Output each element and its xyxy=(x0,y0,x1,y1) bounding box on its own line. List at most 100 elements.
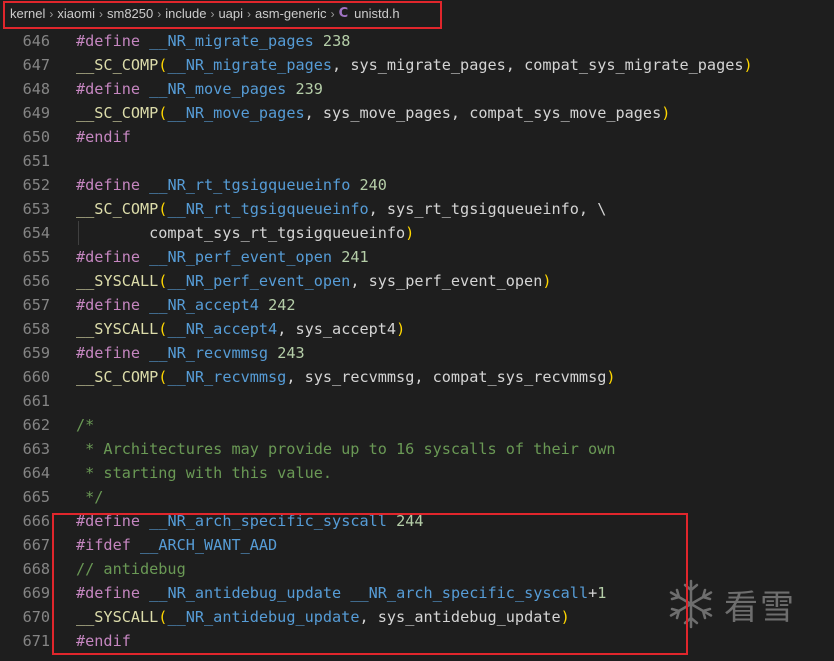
code-token: * Architectures may provide up to 16 sys… xyxy=(76,440,616,458)
breadcrumb-file[interactable]: unistd.h xyxy=(354,6,400,21)
code-token: // antidebug xyxy=(76,560,186,578)
code-editor[interactable]: 646 #define __NR_migrate_pages 238 647 __SC… xyxy=(0,27,834,661)
code-line: 667 #ifdef __ARCH_WANT_AAD xyxy=(0,533,834,557)
code-line: 666 #define __NR_arch_specific_syscall 24… xyxy=(0,509,834,533)
breadcrumb: kernel › xiaomi › sm8250 › include › uapi › asm-ge… xyxy=(0,0,834,27)
breadcrumb-item[interactable]: kernel xyxy=(10,6,45,21)
line-number: 657 xyxy=(22,296,50,314)
line-number: 658 xyxy=(22,320,50,338)
line-number: 663 xyxy=(22,440,50,458)
code-text: #endif xyxy=(76,629,131,653)
code-token: 241 xyxy=(341,248,369,266)
c-file-icon: C xyxy=(338,6,349,21)
code-line: 648 #define __NR_move_pages 239 xyxy=(0,77,834,101)
line-number: 649 xyxy=(22,104,50,122)
chevron-right-icon: › xyxy=(99,6,103,21)
code-line: 656 __SYSCALL(__NR_perf_event_open, sys_p… xyxy=(0,269,834,293)
line-number: 665 xyxy=(22,488,50,506)
breadcrumb-item[interactable]: uapi xyxy=(218,6,243,21)
code-token: + xyxy=(588,584,598,602)
code-token: ) xyxy=(542,272,552,290)
line-number: 667 xyxy=(22,536,50,554)
code-token: __NR_migrate_pages xyxy=(149,32,314,50)
breadcrumb-item[interactable]: sm8250 xyxy=(107,6,153,21)
code-line: 651 xyxy=(0,149,834,173)
watermark-text: 看雪 xyxy=(724,587,796,628)
code-line: 664 * starting with this value. xyxy=(0,461,834,485)
line-number: 659 xyxy=(22,344,50,362)
code-text: #define __NR_perf_event_open 241 xyxy=(76,245,369,269)
code-text: */ xyxy=(76,485,103,509)
code-line: 665 */ xyxy=(0,485,834,509)
code-token: __NR_arch_specific_syscall xyxy=(149,512,387,530)
code-token: 239 xyxy=(295,80,323,98)
code-token: __NR_move_pages xyxy=(149,80,287,98)
code-token: __NR_recvmmsg xyxy=(167,368,287,386)
line-number: 647 xyxy=(22,56,50,74)
code-token: #define xyxy=(76,176,141,194)
code-token: __NR_accept4 xyxy=(167,320,278,338)
code-line: 653 __SC_COMP(__NR_rt_tgsigqueueinfo, sys… xyxy=(0,197,834,221)
breadcrumb-item[interactable]: xiaomi xyxy=(57,6,95,21)
code-text: __SC_COMP(__NR_move_pages, sys_move_page… xyxy=(76,101,670,125)
chevron-right-icon: › xyxy=(330,6,335,21)
code-token: #ifdef xyxy=(76,536,131,554)
code-token: __NR_antidebug_update xyxy=(167,608,360,626)
code-token: __NR_recvmmsg xyxy=(149,344,269,362)
chevron-right-icon: › xyxy=(49,6,54,21)
code-text: __SYSCALL(__NR_accept4, sys_accept4) xyxy=(76,317,405,341)
code-token: ) xyxy=(396,320,406,338)
code-token: __NR_migrate_pages xyxy=(167,56,333,74)
line-number: 668 xyxy=(22,560,50,578)
code-token: __SC_COMP xyxy=(76,368,159,386)
code-token: #endif xyxy=(76,632,131,650)
code-token: #define xyxy=(76,344,141,362)
code-token: __SC_COMP xyxy=(76,104,159,122)
code-token: ) xyxy=(606,368,616,386)
code-token: 244 xyxy=(396,512,424,530)
code-token: __NR_rt_tgsigqueueinfo xyxy=(149,176,351,194)
code-token: compat_sys_rt_tgsigqueueinfo xyxy=(76,224,406,242)
line-number: 671 xyxy=(22,632,50,650)
code-token: , sys_recvmmsg, compat_sys_recvmmsg xyxy=(286,368,607,386)
code-token: /* xyxy=(76,416,95,434)
code-token: #define xyxy=(76,32,141,50)
code-token: , sys_move_pages, compat_sys_move_pages xyxy=(304,104,662,122)
code-token: , sys_migrate_pages, compat_sys_migrate_… xyxy=(332,56,744,74)
snowflake-icon xyxy=(669,579,713,629)
line-number: 656 xyxy=(22,272,50,290)
code-text: __SYSCALL(__NR_perf_event_open, sys_perf… xyxy=(76,269,552,293)
breadcrumb-item[interactable]: asm-generic xyxy=(255,6,327,21)
code-line: 658 __SYSCALL(__NR_accept4, sys_accept4) xyxy=(0,317,834,341)
breadcrumb-item[interactable]: include xyxy=(165,6,206,21)
code-token: 1 xyxy=(597,584,607,602)
code-text: compat_sys_rt_tgsigqueueinfo) xyxy=(76,221,414,245)
code-line: 654 compat_sys_rt_tgsigqueueinfo) xyxy=(0,221,834,245)
code-text: #define __NR_arch_specific_syscall 244 xyxy=(76,509,424,533)
code-token: 240 xyxy=(359,176,387,194)
code-line: 671 #endif xyxy=(0,629,834,653)
code-text: * Architectures may provide up to 16 sys… xyxy=(76,437,615,461)
line-number: 669 xyxy=(22,584,50,602)
code-text: #ifdef __ARCH_WANT_AAD xyxy=(76,533,277,557)
code-token: __NR_accept4 xyxy=(149,296,259,314)
line-number: 648 xyxy=(22,80,50,98)
code-token: , sys_rt_tgsigqueueinfo, \ xyxy=(368,200,607,218)
code-line: 660 __SC_COMP(__NR_recvmmsg, sys_recvmmsg… xyxy=(0,365,834,389)
code-line: 661 xyxy=(0,389,834,413)
code-line: 662 /* xyxy=(0,413,834,437)
code-line: 647 __SC_COMP(__NR_migrate_pages, sys_mig… xyxy=(0,53,834,77)
line-number: 653 xyxy=(22,200,50,218)
code-token: , sys_accept4 xyxy=(277,320,397,338)
